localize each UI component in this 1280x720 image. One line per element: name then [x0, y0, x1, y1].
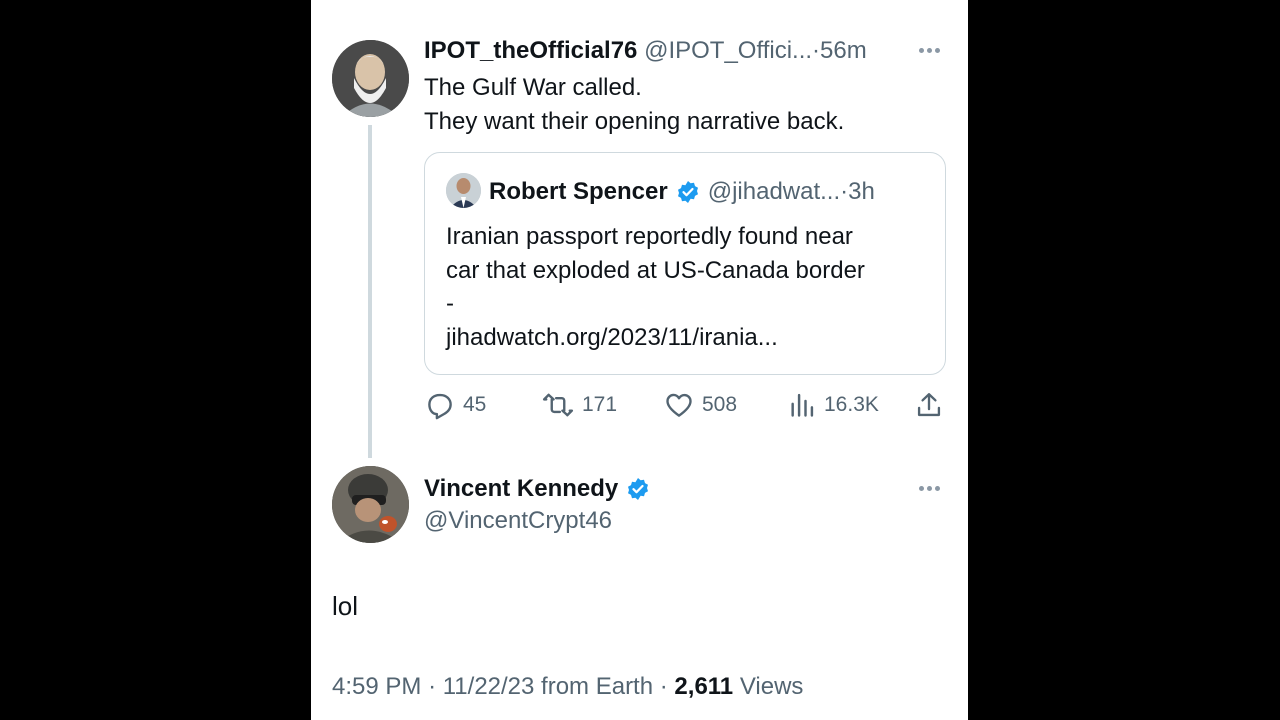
reply-meta-sep-2: ·: [659, 673, 668, 700]
tweet-thread-panel: IPOT_theOfficial76 @IPOT_Offici...·56m T…: [311, 0, 968, 720]
like-count: 508: [702, 393, 738, 416]
quote-avatar-portrait: [446, 173, 481, 208]
reply-avatar[interactable]: [332, 466, 409, 543]
parent-display-name[interactable]: IPOT_theOfficial76: [424, 37, 637, 64]
quote-time: 3h: [848, 178, 875, 205]
verified-badge-icon: [677, 181, 698, 203]
parent-avatar[interactable]: [332, 40, 409, 117]
thread-connector-line: [368, 125, 372, 458]
share-icon: [917, 393, 941, 417]
reply-count: 45: [463, 393, 487, 416]
views-count: 16.3K: [824, 393, 879, 416]
verified-badge-icon: [628, 477, 649, 500]
parent-more-icon[interactable]: [919, 48, 940, 53]
reply-display-name[interactable]: Vincent Kennedy: [424, 473, 618, 504]
parent-body: The Gulf War called. They want their ope…: [424, 71, 844, 139]
reply-time[interactable]: 4:59 PM: [332, 673, 421, 700]
repost-button[interactable]: 171: [542, 390, 617, 420]
like-icon: [666, 393, 692, 417]
reply-meta: 4:59 PM · 11/22/23 from Earth · 2,611 Vi…: [332, 671, 803, 703]
views-icon: [791, 393, 814, 417]
like-button[interactable]: 508: [664, 390, 737, 420]
reply-body: lol: [332, 591, 359, 621]
reply-header: Vincent Kennedy: [424, 473, 650, 504]
parent-body-line-1: The Gulf War called.: [424, 74, 642, 101]
reply-views-label: Views: [739, 673, 804, 700]
parent-handle[interactable]: @IPOT_Offici...: [644, 37, 812, 64]
parent-header: IPOT_theOfficial76 @IPOT_Offici...·56m: [424, 36, 867, 66]
quote-display-name: Robert Spencer: [489, 178, 668, 205]
share-button[interactable]: [915, 390, 943, 420]
reply-meta-sep-1: ·: [428, 673, 437, 700]
quote-avatar: [446, 173, 481, 208]
reply-button[interactable]: 45: [425, 390, 486, 420]
reply-avatar-portrait: [332, 466, 409, 543]
quote-separator: ·: [840, 178, 849, 205]
parent-time[interactable]: 56m: [820, 37, 867, 64]
quote-body-line-2: car that exploded at US-Canada border: [446, 256, 865, 284]
reply-more-icon[interactable]: [919, 486, 940, 491]
quote-header: Robert Spencer @jihadwat... · 3h: [489, 177, 875, 207]
parent-separator: ·: [812, 37, 821, 64]
reply-handle[interactable]: @VincentCrypt46: [424, 505, 612, 536]
quote-link[interactable]: jihadwatch.org/2023/11/irania...: [446, 321, 865, 355]
quote-body-line-1: Iranian passport reportedly found near: [446, 223, 853, 250]
parent-avatar-portrait: [332, 40, 409, 117]
repost-count: 171: [582, 393, 618, 416]
reply-views-count: 2,611: [674, 673, 734, 700]
reply-date-source: 11/22/23 from Earth: [442, 673, 654, 700]
quote-body-line-3: -: [446, 290, 454, 317]
repost-icon: [542, 393, 574, 417]
quote-body: Iranian passport reportedly found near c…: [446, 220, 865, 354]
reply-icon: [428, 393, 452, 420]
quote-handle: @jihadwat...: [707, 178, 841, 205]
views-button[interactable]: 16.3K: [788, 390, 879, 420]
parent-body-line-2: They want their opening narrative back.: [424, 108, 845, 135]
quoted-tweet-card[interactable]: Robert Spencer @jihadwat... · 3h Iranian p…: [424, 152, 946, 375]
